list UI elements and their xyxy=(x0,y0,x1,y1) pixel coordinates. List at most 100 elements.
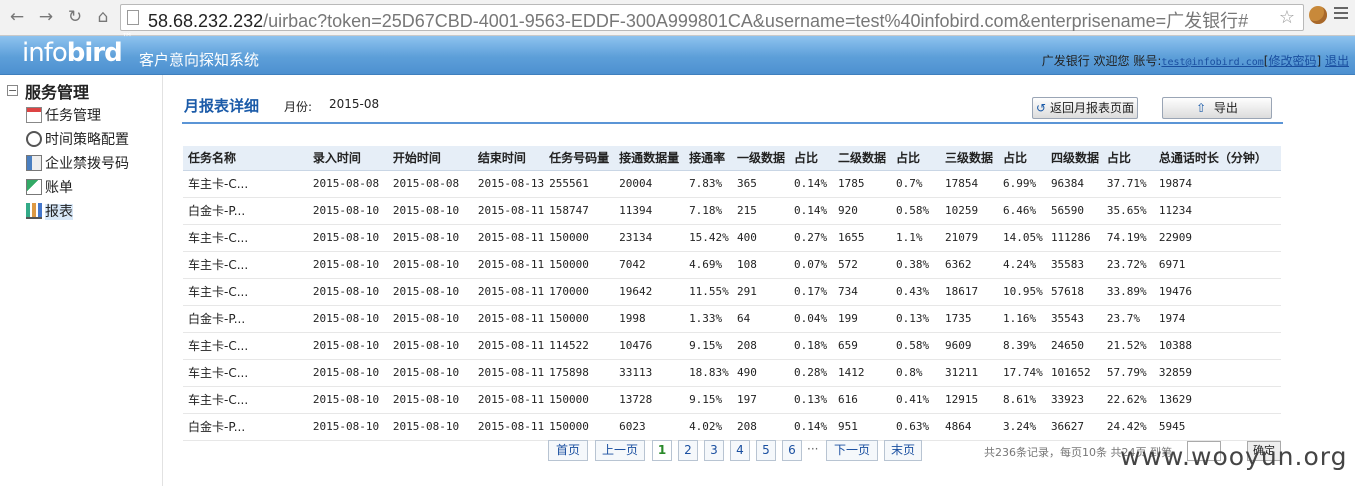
table-cell: 291 xyxy=(732,278,790,306)
table-cell: 659 xyxy=(833,332,891,360)
table-cell: 8.61% xyxy=(997,386,1046,414)
table-cell: 2015-08-11 xyxy=(472,197,545,225)
table-cell: 365 xyxy=(732,170,790,198)
next-page-button[interactable]: 下一页 xyxy=(826,440,878,461)
table-cell: 2015-08-11 xyxy=(472,224,545,252)
table-cell: 37.71% xyxy=(1101,170,1154,198)
page-button-2[interactable]: 2 xyxy=(678,440,698,461)
table-cell: 24650 xyxy=(1045,332,1102,360)
sidebar: − 服务管理 任务管理 时间策略配置 企业禁拨号码 账单 报表 xyxy=(0,75,163,486)
sidebar-item-blocked-numbers[interactable]: 企业禁拨号码 xyxy=(26,153,129,175)
first-page-button[interactable]: 首页 xyxy=(548,440,588,461)
home-icon[interactable]: ⌂ xyxy=(92,6,114,28)
table-cell: 20004 xyxy=(614,170,685,198)
table-cell: 0.38% xyxy=(891,251,940,279)
table-cell: 74.19% xyxy=(1101,224,1154,252)
page-button-1[interactable]: 1 xyxy=(652,440,672,461)
table-cell: 22909 xyxy=(1153,224,1281,252)
table-cell: 11.55% xyxy=(684,278,733,306)
sidebar-item-report[interactable]: 报表 xyxy=(26,201,73,223)
sidebar-item-label: 时间策略配置 xyxy=(45,132,129,148)
up-arrow-icon: ⇧ xyxy=(1196,101,1207,115)
table-row: 车主卡-C... 2015-08-10 2015-08-10 2015-08-11 15… xyxy=(183,224,1281,252)
table-cell: 10.95% xyxy=(997,278,1046,306)
table-cell: 33923 xyxy=(1045,386,1102,414)
welcome-text: 欢迎您 xyxy=(1093,54,1130,68)
reload-icon[interactable]: ↻ xyxy=(64,6,86,28)
clock-icon xyxy=(26,131,42,147)
table-cell: 8.39% xyxy=(997,332,1046,360)
table-cell: 13629 xyxy=(1153,386,1281,414)
extension-cookie-icon[interactable] xyxy=(1309,6,1327,24)
sidebar-item-bill[interactable]: 账单 xyxy=(26,177,73,199)
export-button-label: 导出 xyxy=(1213,101,1238,115)
table-cell: 车主卡-C... xyxy=(183,170,308,198)
table-cell: 21079 xyxy=(939,224,998,252)
table-cell: 19874 xyxy=(1153,170,1281,198)
address-bar[interactable]: 58.68.232.232/uirbac?token=25D67CBD-4001… xyxy=(120,4,1304,31)
export-button[interactable]: ⇧ 导出 xyxy=(1162,97,1272,119)
table-cell: 734 xyxy=(833,278,891,306)
table-cell: 0.13% xyxy=(789,386,834,414)
table-cell: 0.41% xyxy=(891,386,940,414)
column-header: 接通数据量 xyxy=(614,146,685,171)
table-cell: 150000 xyxy=(544,251,615,279)
table-cell: 150000 xyxy=(544,305,615,333)
table-cell: 9.15% xyxy=(684,332,733,360)
page-button-4[interactable]: 4 xyxy=(730,440,750,461)
table-cell: 0.7% xyxy=(891,170,940,198)
table-cell: 12915 xyxy=(939,386,998,414)
table-cell: 白金卡-P... xyxy=(183,305,308,333)
table-row: 车主卡-C... 2015-08-08 2015-08-08 2015-08-13 25… xyxy=(183,170,1281,198)
sidebar-item-task-management[interactable]: 任务管理 xyxy=(26,105,101,127)
bar-chart-icon xyxy=(26,203,42,219)
table-cell: 0.04% xyxy=(789,305,834,333)
page-button-3[interactable]: 3 xyxy=(704,440,724,461)
browser-toolbar: ← → ↻ ⌂ 58.68.232.232/uirbac?token=25D67… xyxy=(0,0,1355,36)
table-cell: 17854 xyxy=(939,170,998,198)
month-value: 2015-08 xyxy=(329,97,380,111)
sidebar-item-time-strategy[interactable]: 时间策略配置 xyxy=(26,129,129,151)
table-cell: 0.14% xyxy=(789,413,834,441)
table-cell: 7.18% xyxy=(684,197,733,225)
document-icon xyxy=(26,155,42,171)
last-page-button[interactable]: 末页 xyxy=(884,440,922,461)
forward-arrow-icon[interactable]: → xyxy=(35,6,57,28)
table-cell: 1998 xyxy=(614,305,685,333)
table-cell: 2015-08-10 xyxy=(387,332,473,360)
account-link[interactable]: test@infobird.com xyxy=(1161,57,1263,68)
table-cell: 0.43% xyxy=(891,278,940,306)
table-cell: 208 xyxy=(732,332,790,360)
table-cell: 35543 xyxy=(1045,305,1102,333)
table-cell: 23134 xyxy=(614,224,685,252)
page-button-6[interactable]: 6 xyxy=(782,440,802,461)
table-cell: 22.62% xyxy=(1101,386,1154,414)
table-cell: 1655 xyxy=(833,224,891,252)
table-row: 车主卡-C... 2015-08-10 2015-08-10 2015-08-11 17… xyxy=(183,359,1281,387)
collapse-minus-icon[interactable]: − xyxy=(7,85,18,96)
table-row: 车主卡-C... 2015-08-10 2015-08-10 2015-08-11 15… xyxy=(183,251,1281,279)
table-cell: 920 xyxy=(833,197,891,225)
page-button-5[interactable]: 5 xyxy=(756,440,776,461)
back-arrow-icon[interactable]: ← xyxy=(6,6,28,28)
prev-page-button[interactable]: 上一页 xyxy=(595,440,645,461)
change-password-link[interactable]: 修改密码 xyxy=(1268,54,1316,68)
table-cell: 2015-08-10 xyxy=(387,251,473,279)
app-header: infobird™ 客户意向探知系统 广发银行 欢迎您 账号:test@info… xyxy=(0,31,1355,75)
browser-menu-icon[interactable] xyxy=(1334,7,1348,22)
back-to-monthly-button[interactable]: ↺ 返回月报表页面 xyxy=(1032,97,1138,119)
bookmark-star-icon[interactable]: ☆ xyxy=(1279,7,1295,28)
table-cell: 197 xyxy=(732,386,790,414)
page-icon xyxy=(127,10,139,25)
table-cell: 白金卡-P... xyxy=(183,413,308,441)
table-cell: 114522 xyxy=(544,332,615,360)
table-cell: 2015-08-10 xyxy=(387,386,473,414)
table-cell: 0.8% xyxy=(891,359,940,387)
table-cell: 4.69% xyxy=(684,251,733,279)
table-cell: 4.24% xyxy=(997,251,1046,279)
sidebar-item-label: 账单 xyxy=(45,180,73,196)
title-divider xyxy=(182,122,1283,124)
table-cell: 2015-08-10 xyxy=(307,224,388,252)
logout-link[interactable]: 退出 xyxy=(1325,54,1349,68)
table-cell: 13728 xyxy=(614,386,685,414)
